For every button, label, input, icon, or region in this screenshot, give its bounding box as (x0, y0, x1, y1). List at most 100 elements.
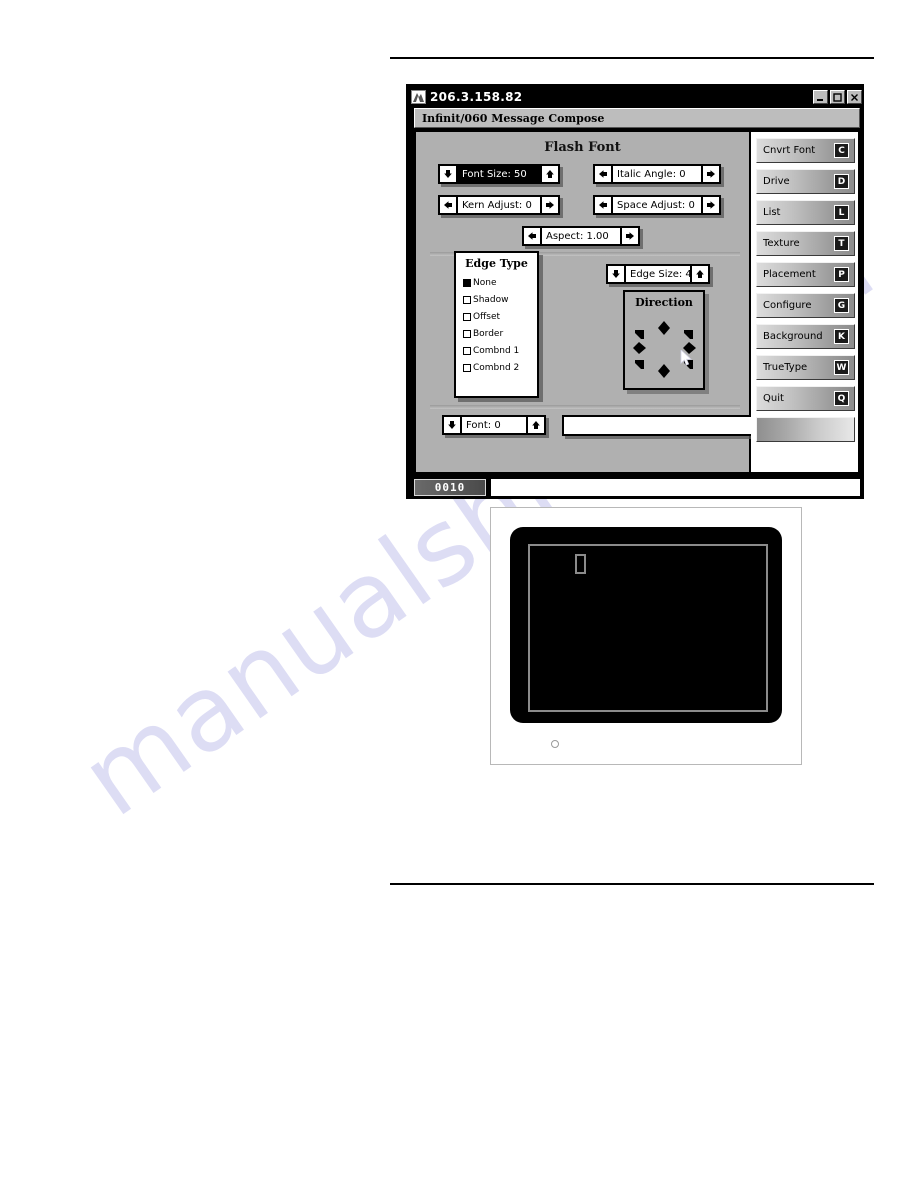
sidebar-item-label: Drive (763, 176, 790, 187)
window-title: 206.3.158.82 (430, 90, 523, 104)
direction-n-icon (658, 321, 670, 335)
spinner-aspect[interactable]: Aspect: 1.00 (522, 226, 640, 246)
edge-type-option-shadow[interactable]: Shadow (456, 291, 537, 308)
shortcut-badge: W (834, 360, 849, 375)
right-arrow-icon[interactable] (701, 166, 719, 182)
left-arrow-icon[interactable] (524, 228, 542, 244)
direction-sw-icon (635, 360, 644, 369)
shortcut-badge: C (834, 143, 849, 158)
content-row: Flash Font Font Size: 50 Italic Angle: 0… (414, 130, 860, 474)
shortcut-badge: L (834, 205, 849, 220)
sidebar-item-placement[interactable]: Placement P (756, 262, 855, 287)
window-inner: 206.3.158.82 Infinit/060 Message Compose… (410, 88, 864, 499)
down-arrow-icon[interactable] (608, 266, 626, 282)
sidebar-item-truetype[interactable]: TrueType W (756, 355, 855, 380)
left-arrow-icon[interactable] (595, 166, 613, 182)
sidebar-item-label: Cnvrt Font (763, 145, 816, 156)
maximize-icon[interactable] (830, 90, 845, 104)
sidebar-item-label: Texture (763, 238, 800, 249)
direction-title: Direction (635, 296, 693, 309)
shortcut-badge: K (834, 329, 849, 344)
spinner-kern-adjust[interactable]: Kern Adjust: 0 (438, 195, 560, 215)
down-arrow-icon[interactable] (444, 417, 462, 433)
checkbox-icon[interactable] (463, 346, 471, 355)
direction-ne-icon (684, 330, 693, 339)
gradient-swatch[interactable] (756, 417, 855, 442)
edge-type-group: Edge Type None Shadow Offset Border Comb… (454, 251, 539, 398)
spinner-font[interactable]: Font: 0 (442, 415, 546, 435)
sidebar-item-label: Background (763, 331, 823, 342)
down-arrow-icon[interactable] (440, 166, 458, 182)
sidebar-item-label: Configure (763, 300, 812, 311)
spinner-value: Font Size: 50 (458, 166, 540, 182)
sidebar-item-texture[interactable]: Texture T (756, 231, 855, 256)
bottom-row: Font: 0 (442, 415, 760, 437)
led-sign-display-figure (490, 507, 802, 765)
right-arrow-icon[interactable] (620, 228, 638, 244)
block-cursor (575, 554, 586, 574)
shortcut-badge: Q (834, 391, 849, 406)
spinner-value: Edge Size: 4 (630, 268, 690, 280)
spinner-font-size[interactable]: Font Size: 50 (438, 164, 560, 184)
checkbox-icon[interactable] (463, 363, 471, 372)
edge-type-option-combnd-2[interactable]: Combnd 2 (456, 359, 537, 376)
shortcut-badge: P (834, 267, 849, 282)
panel-divider-lower (430, 405, 740, 409)
minimize-icon[interactable] (813, 90, 828, 104)
up-arrow-icon[interactable] (526, 417, 544, 433)
direction-s-icon (658, 364, 670, 378)
checkbox-icon[interactable] (463, 329, 471, 338)
sidebar-item-label: List (763, 207, 781, 218)
sidebar-item-label: TrueType (763, 362, 808, 373)
up-arrow-icon[interactable] (690, 266, 708, 282)
app-header-label: Infinit/060 Message Compose (422, 111, 605, 125)
spinner-value: Aspect: 1.00 (546, 230, 609, 242)
sidebar-item-drive[interactable]: Drive D (756, 169, 855, 194)
spinner-value: Italic Angle: 0 (617, 168, 686, 180)
sidebar-item-background[interactable]: Background K (756, 324, 855, 349)
page-rule-bottom (390, 883, 874, 885)
power-led-indicator (551, 740, 559, 748)
status-bar: 0010 (414, 478, 860, 497)
edge-type-option-offset[interactable]: Offset (456, 308, 537, 325)
checkbox-icon[interactable] (463, 295, 471, 304)
edge-type-label: Combnd 2 (473, 362, 520, 373)
mountain-icon (411, 90, 426, 104)
spinner-space-adjust[interactable]: Space Adjust: 0 (593, 195, 721, 215)
edge-type-title: Edge Type (465, 257, 528, 270)
mouse-pointer-icon (680, 349, 693, 371)
right-arrow-icon[interactable] (540, 197, 558, 213)
sidebar-item-quit[interactable]: Quit Q (756, 386, 855, 411)
direction-group: Direction (623, 290, 705, 390)
page-rule-top (390, 57, 874, 59)
spinner-value: Kern Adjust: 0 (462, 199, 532, 211)
page-title: Flash Font (544, 140, 621, 155)
spinner-edge-size[interactable]: Edge Size: 4 (606, 264, 710, 284)
left-arrow-icon[interactable] (595, 197, 613, 213)
direction-nw-icon (635, 330, 644, 339)
shortcut-badge: D (834, 174, 849, 189)
right-arrow-icon[interactable] (701, 197, 719, 213)
left-arrow-icon[interactable] (440, 197, 458, 213)
title-bar[interactable]: 206.3.158.82 (410, 88, 864, 106)
spinner-italic-angle[interactable]: Italic Angle: 0 (593, 164, 721, 184)
edge-type-option-combnd-1[interactable]: Combnd 1 (456, 342, 537, 359)
font-text-input[interactable] (562, 415, 760, 436)
edge-type-option-none[interactable]: None (456, 274, 537, 291)
edge-type-option-border[interactable]: Border (456, 325, 537, 342)
display-screen (528, 544, 768, 712)
flash-font-panel: Flash Font Font Size: 50 Italic Angle: 0… (414, 130, 760, 474)
spinner-value: Space Adjust: 0 (617, 199, 695, 211)
status-message-field (491, 479, 860, 496)
spinner-value: Font: 0 (466, 419, 501, 431)
status-badge: 0010 (414, 479, 486, 496)
close-icon[interactable] (847, 90, 862, 104)
app-header-strip: Infinit/060 Message Compose (414, 108, 860, 128)
sidebar-item-list[interactable]: List L (756, 200, 855, 225)
sidebar-item-cnvrt-font[interactable]: Cnvrt Font C (756, 138, 855, 163)
shortcut-badge: G (834, 298, 849, 313)
sidebar-item-configure[interactable]: Configure G (756, 293, 855, 318)
checkbox-icon[interactable] (463, 278, 471, 287)
checkbox-icon[interactable] (463, 312, 471, 321)
up-arrow-icon[interactable] (540, 166, 558, 182)
